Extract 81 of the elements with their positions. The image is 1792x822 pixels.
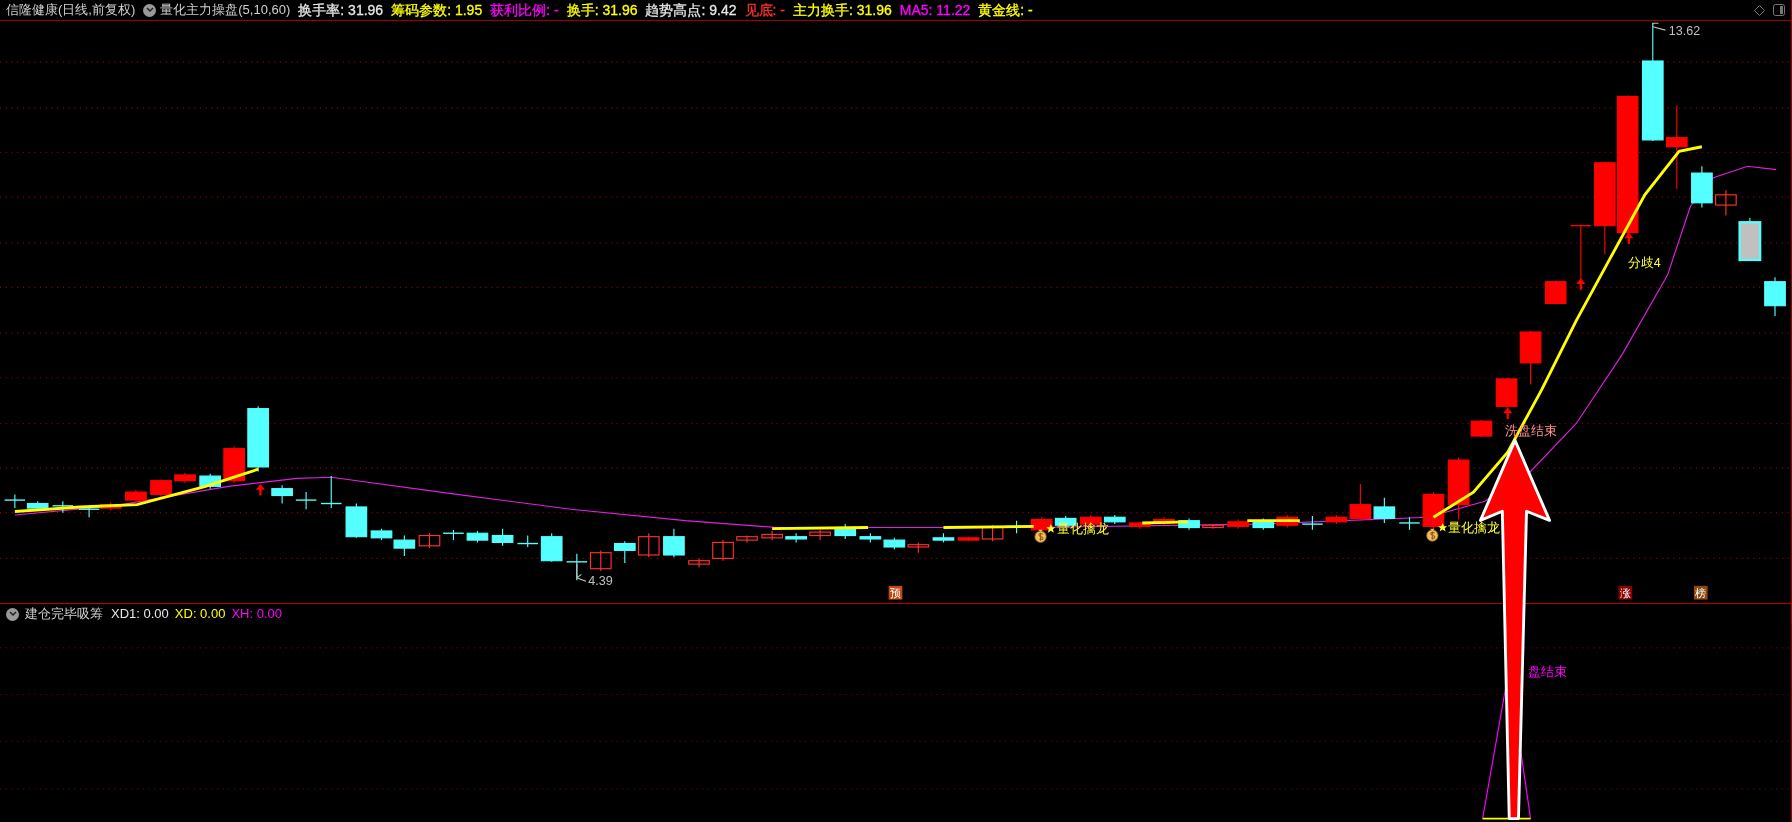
candlestick bbox=[1227, 518, 1249, 530]
indicator-value: 黄金线: - bbox=[978, 3, 1033, 17]
candlestick bbox=[418, 532, 441, 549]
candlestick bbox=[174, 472, 196, 484]
candlestick bbox=[1202, 523, 1224, 530]
candlestick bbox=[1178, 517, 1200, 531]
candlestick bbox=[491, 528, 514, 547]
indicator-name: 量化主力操盘(5,10,60) bbox=[160, 1, 291, 20]
candlestick bbox=[613, 540, 636, 564]
dropdown-icon[interactable] bbox=[6, 607, 19, 621]
high-price-label: 13.62 bbox=[1668, 23, 1701, 38]
candlestick bbox=[150, 478, 172, 498]
dropdown-icon[interactable] bbox=[143, 3, 157, 17]
candlestick bbox=[345, 502, 368, 539]
candlestick bbox=[51, 500, 74, 514]
candlestick bbox=[1470, 419, 1493, 438]
up-arrow-icon bbox=[1624, 232, 1634, 244]
up-arrow-icon bbox=[255, 484, 265, 496]
indicator-value: XD: 0.00 bbox=[174, 605, 226, 624]
candlestick bbox=[1276, 514, 1299, 529]
candlestick bbox=[125, 489, 147, 503]
indicator-value: 换手率: 31.96 bbox=[298, 3, 384, 17]
signal-badge: 榜 bbox=[1693, 585, 1708, 600]
candlestick bbox=[1252, 517, 1275, 531]
star-icon bbox=[1438, 522, 1448, 532]
indicator-value: XD1: 0.00 bbox=[111, 605, 169, 624]
candlestick bbox=[1447, 457, 1470, 521]
candlestick bbox=[834, 523, 857, 540]
indicator-value: 获利比例: - bbox=[490, 3, 559, 17]
candlestick bbox=[223, 445, 245, 484]
candlestick bbox=[1129, 521, 1151, 530]
leader-line bbox=[576, 563, 587, 582]
up-arrow-icon bbox=[1576, 278, 1586, 290]
signal-badge: 涨 bbox=[1618, 585, 1633, 600]
signal-badge: 预 bbox=[888, 585, 903, 600]
up-arrow-icon bbox=[1503, 407, 1513, 419]
indicator-value: XH: 0.00 bbox=[231, 605, 282, 624]
divergence-label: 分歧4 bbox=[1627, 255, 1661, 270]
candlestick bbox=[295, 491, 318, 510]
candlestick bbox=[859, 532, 882, 543]
stock-title: 信隆健康(日线,前复权) bbox=[6, 1, 136, 20]
candlestick bbox=[1764, 276, 1786, 317]
indicator-value: MA5: 11.22 bbox=[899, 3, 971, 17]
candlestick bbox=[1691, 165, 1713, 208]
leader-line bbox=[1652, 22, 1666, 31]
candlestick bbox=[809, 529, 831, 541]
indicator-value: 趋势高点: 9.42 bbox=[645, 3, 737, 17]
candlestick bbox=[736, 534, 758, 543]
candlestick bbox=[78, 505, 101, 518]
candlestick bbox=[688, 557, 710, 569]
candlestick bbox=[907, 541, 930, 554]
candlestick bbox=[442, 529, 465, 541]
indicator-value: 主力换手: 31.96 bbox=[792, 3, 892, 17]
indicator-value: 换手: 31.96 bbox=[566, 3, 638, 17]
candlestick bbox=[637, 532, 660, 558]
candlestick bbox=[320, 475, 343, 509]
candlestick bbox=[663, 528, 685, 558]
candlestick bbox=[466, 530, 489, 543]
star-icon bbox=[1046, 524, 1056, 533]
signal-label: 量化擒龙 bbox=[1448, 521, 1501, 536]
candlestick bbox=[271, 484, 293, 505]
candlestick bbox=[565, 553, 588, 581]
money-bag-icon bbox=[1034, 529, 1047, 543]
wash-end-label: 盘结束 bbox=[1528, 665, 1568, 680]
candlestick bbox=[712, 539, 734, 562]
candlestick bbox=[247, 405, 269, 473]
candlestick bbox=[785, 532, 807, 543]
diamond-icon[interactable] bbox=[1754, 4, 1765, 16]
low-price-label: 4.39 bbox=[588, 573, 613, 588]
candlestick bbox=[932, 532, 955, 543]
indicator-value: 筹码参数: 1.95 bbox=[391, 3, 483, 17]
candlestick bbox=[1153, 516, 1175, 526]
money-bag-icon bbox=[1426, 528, 1439, 542]
candlestick bbox=[761, 530, 783, 541]
candlestick bbox=[589, 549, 612, 572]
panel-toggle-icon[interactable] bbox=[1773, 4, 1785, 16]
candlestick bbox=[199, 473, 221, 490]
candlestick bbox=[1544, 280, 1567, 306]
candlestick bbox=[883, 537, 906, 550]
indicator-value: 见底: - bbox=[744, 3, 785, 17]
indicator-name: 建仓完毕吸筹 bbox=[25, 605, 103, 624]
